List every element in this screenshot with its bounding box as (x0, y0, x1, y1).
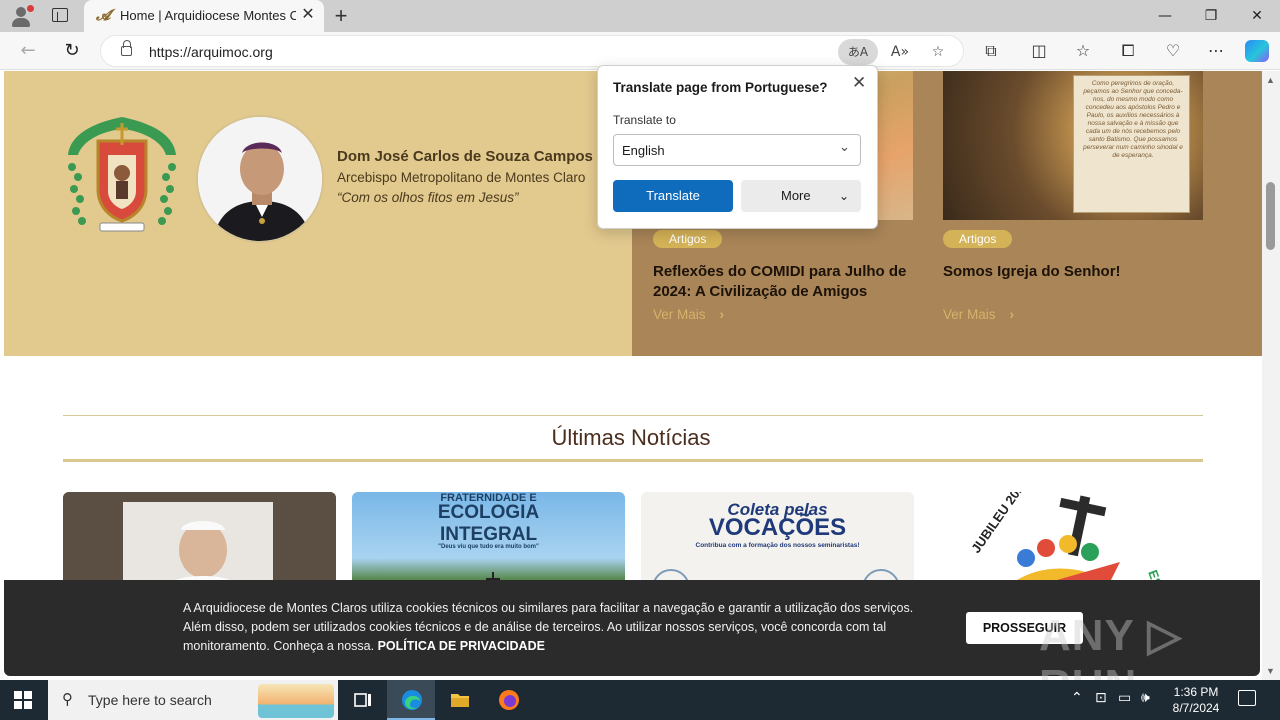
read-more-link[interactable]: Ver Mais › (653, 307, 724, 322)
tab-title: Home | Arquidiocese Montes Cla (120, 8, 296, 23)
minimize-button[interactable]: — (1142, 0, 1188, 32)
section-title: Últimas Notícias (551, 425, 711, 450)
clock-date: 8/7/2024 (1172, 701, 1220, 715)
archbishop-title: Arcebispo Metropolitano de Montes Claro (337, 170, 586, 185)
read-aloud-icon[interactable]: A» (887, 39, 913, 65)
lock-icon[interactable] (121, 40, 132, 56)
article-title-line: Reflexões do COMIDI para Julho de (653, 263, 907, 280)
refresh-button[interactable]: ↻ (58, 38, 86, 64)
taskbar-search-box[interactable]: ⚲ Type here to search (48, 680, 338, 720)
cookie-message: A Arquidiocese de Montes Claros utiliza … (183, 599, 943, 656)
translate-popup: Translate page from Portuguese? ✕ Transl… (597, 65, 878, 229)
favorite-star-icon[interactable]: ☆ (925, 39, 951, 65)
tab-actions-icon[interactable] (52, 8, 68, 22)
read-more-link[interactable]: Ver Mais › (943, 307, 1014, 322)
browser-titlebar: 𝓐 Home | Arquidiocese Montes Cla ✕ + — ❐… (0, 0, 1280, 32)
chevron-right-icon: › (1009, 307, 1015, 322)
scroll-up-arrow-icon[interactable]: ▲ (1266, 75, 1275, 85)
coat-of-arms-icon (68, 117, 176, 232)
scrollbar-thumb[interactable] (1266, 182, 1275, 250)
article-image[interactable]: Como peregrinos de oração, peçamos ao Se… (943, 71, 1203, 220)
scroll-down-arrow-icon[interactable]: ▼ (1266, 666, 1275, 676)
show-hidden-icons-icon[interactable]: ⌃ (1071, 690, 1083, 706)
split-screen-icon[interactable]: ◫ (1024, 38, 1054, 64)
svg-text:JUBILEU 2025: JUBILEU 2025 (968, 492, 1031, 556)
restore-button[interactable]: ❐ (1188, 0, 1234, 32)
article-title-line: Somos Igreja do Senhor! (943, 263, 1121, 280)
translate-indicator-button[interactable]: あA (838, 39, 878, 65)
selected-language: English (622, 143, 665, 158)
search-icon: ⚲ (62, 690, 73, 708)
new-tab-button[interactable]: + (330, 3, 352, 29)
translate-to-label: Translate to (613, 113, 676, 127)
news-subtitle: Contribua com a formação dos nossos semi… (695, 542, 860, 549)
collections-icon[interactable]: ⧠ (1113, 38, 1143, 64)
anyrun-watermark: ANY ▷ RUN (1039, 611, 1183, 680)
news-headline: VOCAÇÕES (708, 514, 847, 541)
windows-taskbar: ⚲ Type here to search ⌃ ⊡ ▭ 🕪 1:36 PM 8/… (0, 680, 1280, 720)
edge-taskbar-icon[interactable] (387, 680, 435, 720)
quote-card-text: Como peregrinos de oração, peçamos ao Se… (1083, 80, 1183, 159)
chevron-down-icon: ⌄ (839, 189, 850, 203)
system-clock[interactable]: 1:36 PM 8/7/2024 (1164, 684, 1228, 716)
chevron-right-icon: › (719, 307, 725, 322)
more-options-button[interactable]: More ⌄ (741, 180, 861, 212)
more-options-label: More (781, 188, 811, 203)
file-explorer-icon[interactable] (435, 680, 483, 720)
browser-tab-active[interactable]: 𝓐 Home | Arquidiocese Montes Cla ✕ (84, 0, 324, 32)
favorites-icon[interactable]: ☆ (1068, 38, 1098, 64)
article-category-tag[interactable]: Artigos (943, 230, 1013, 248)
profile-avatar-icon[interactable] (8, 4, 34, 28)
read-more-label: Ver Mais (653, 307, 706, 322)
article-title-line: 2024: A Civilização de Amigos (653, 283, 868, 300)
cookie-message-text: A Arquidiocese de Montes Claros utiliza … (183, 601, 914, 653)
cookie-banner: A Arquidiocese de Montes Claros utiliza … (4, 580, 1260, 680)
site-favicon-icon: 𝓐 (96, 6, 111, 24)
browser-essentials-icon[interactable]: ♡ (1158, 38, 1188, 64)
address-bar[interactable]: https://arquimoc.org あA A» ☆ (100, 35, 964, 67)
clock-time: 1:36 PM (1173, 685, 1219, 699)
search-highlight-image (258, 684, 334, 718)
section-divider (63, 415, 1203, 416)
tab-close-icon[interactable]: ✕ (300, 6, 316, 24)
archbishop-name: Dom José Carlos de Souza Campos (337, 148, 593, 165)
read-more-label: Ver Mais (943, 307, 996, 322)
search-placeholder: Type here to search (88, 692, 212, 708)
target-language-select[interactable]: English ⌄ (613, 134, 861, 166)
notification-center-icon[interactable] (1238, 690, 1256, 706)
volume-icon[interactable]: 🕪 (1141, 690, 1150, 706)
archbishop-motto: “Com os olhos fitos em Jesus” (337, 190, 519, 205)
page-scrollbar[interactable]: ▲ ▼ (1262, 71, 1280, 680)
window-close-button[interactable]: ✕ (1234, 0, 1280, 32)
news-headline: ECOLOGIA INTEGRAL (437, 502, 540, 545)
back-button[interactable]: ← (14, 38, 42, 64)
article-title[interactable]: Somos Igreja do Senhor! (943, 262, 1203, 282)
archbishop-banner: Dom José Carlos de Souza Campos Arcebisp… (4, 71, 632, 356)
firefox-icon[interactable] (484, 680, 532, 720)
network-icon[interactable]: ▭ (1118, 690, 1131, 706)
chevron-down-icon: ⌄ (839, 140, 850, 155)
windows-start-icon[interactable] (14, 691, 32, 709)
settings-more-icon[interactable]: ⋯ (1201, 38, 1231, 64)
extensions-icon[interactable]: ⧉ (976, 38, 1006, 64)
translate-button[interactable]: Translate (613, 180, 733, 212)
archbishop-portrait (196, 115, 324, 243)
article-title[interactable]: Reflexões do COMIDI para Julho de 2024: … (653, 262, 921, 302)
news-subtitle: "Deus viu que tudo era muito bom" (438, 544, 539, 550)
copilot-icon[interactable] (1245, 40, 1269, 62)
article-category-tag[interactable]: Artigos (653, 230, 723, 248)
url-text[interactable]: https://arquimoc.org (149, 44, 273, 60)
translate-popup-title: Translate page from Portuguese? (613, 80, 828, 95)
quote-card: Como peregrinos de oração, peçamos ao Se… (1073, 75, 1190, 213)
section-divider (63, 459, 1203, 462)
privacy-policy-link[interactable]: POLÍTICA DE PRIVACIDADE (378, 639, 545, 653)
task-view-icon[interactable] (338, 680, 386, 720)
device-icon[interactable]: ⊡ (1095, 690, 1107, 706)
close-icon[interactable]: ✕ (852, 73, 866, 93)
